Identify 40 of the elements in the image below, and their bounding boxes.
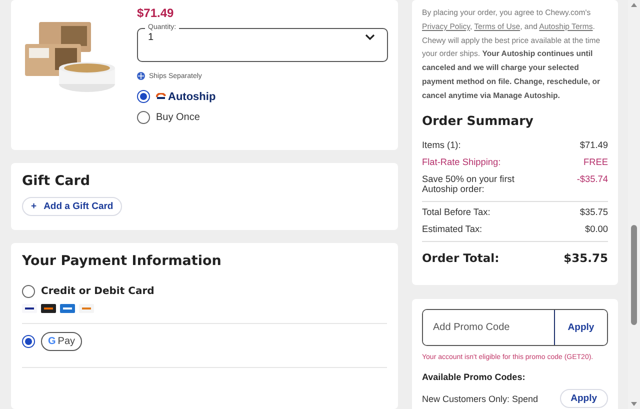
radio-button[interactable]	[137, 90, 150, 103]
card-brand-icon	[60, 304, 75, 313]
promo-description: New Customers Only: Spend	[422, 394, 538, 404]
summary-label: Items (1):	[422, 140, 461, 150]
autoship-logo-icon	[156, 93, 166, 100]
card-brand-icon	[79, 304, 94, 313]
summary-value: -$35.74	[576, 174, 608, 186]
total-value: $35.75	[564, 250, 608, 265]
summary-value: FREE	[583, 156, 608, 167]
option-label: Buy Once	[156, 112, 200, 123]
section-title: Your Payment Information	[22, 253, 222, 269]
card-brand-icon	[22, 304, 37, 313]
summary-label: Total Before Tax:	[422, 206, 490, 217]
apply-button[interactable]: Apply	[554, 310, 607, 345]
summary-label: Save 50% on your first Autoship order:	[422, 174, 516, 194]
scroll-up-icon[interactable]	[631, 3, 637, 7]
section-title: Available Promo Codes:	[422, 372, 526, 382]
chevron-down-icon	[365, 34, 375, 41]
radio-button[interactable]	[22, 335, 35, 348]
section-title: Order Summary	[422, 112, 534, 128]
summary-label: Estimated Tax:	[422, 224, 482, 234]
radio-button[interactable]	[137, 111, 150, 124]
summary-label: Flat-Rate Shipping:	[422, 156, 501, 167]
promo-code-field[interactable]: Add Promo Code Apply	[422, 309, 608, 346]
card-brand-icon	[41, 304, 56, 313]
total-label: Order Total:	[422, 250, 500, 265]
scroll-down-icon[interactable]	[631, 402, 637, 406]
payment-option-label: Credit or Debit Card	[41, 286, 154, 297]
summary-value: $0.00	[585, 224, 608, 234]
apply-button[interactable]: Apply	[560, 389, 608, 408]
option-label: Autoship	[168, 90, 216, 102]
field-value: 1	[148, 32, 154, 43]
add-gift-card-button[interactable]: + Add a Gift Card	[22, 197, 122, 216]
google-pay-logo: G Pay	[41, 332, 82, 351]
section-title: Gift Card	[22, 173, 90, 189]
summary-value: $35.75	[580, 206, 608, 217]
price: $71.49	[137, 6, 174, 20]
radio-button[interactable]	[22, 285, 35, 298]
scrollbar-thumb[interactable]	[631, 225, 637, 325]
summary-value: $71.49	[580, 140, 608, 150]
